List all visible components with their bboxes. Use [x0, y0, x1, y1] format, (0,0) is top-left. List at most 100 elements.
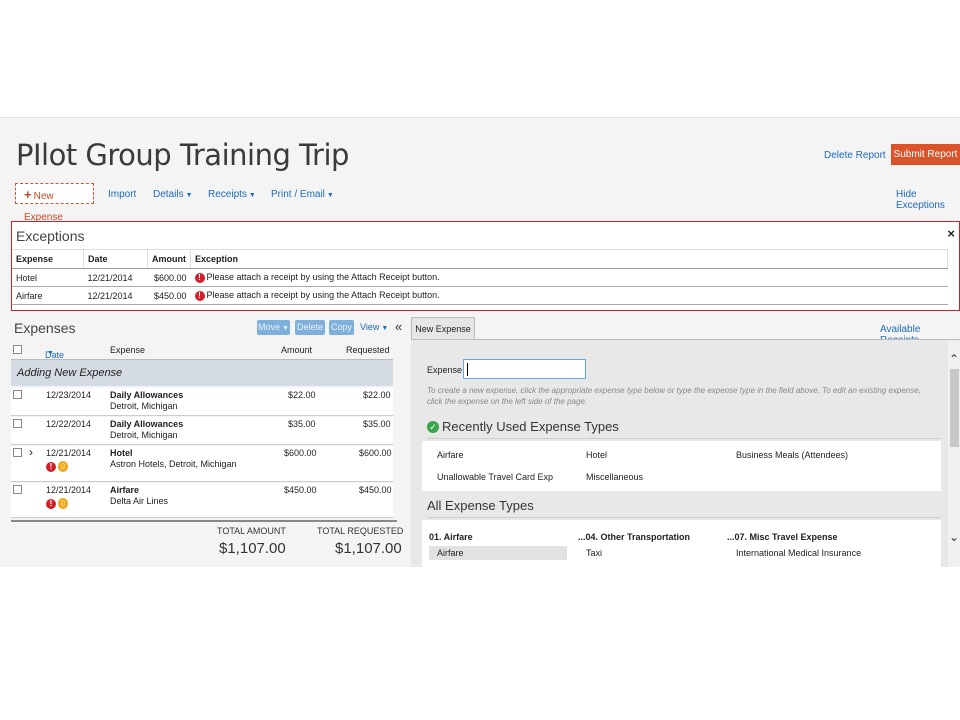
exceptions-title: Exceptions [16, 228, 85, 244]
exc-amount: $450.00 [147, 286, 191, 305]
plus-icon: + [24, 187, 32, 202]
collapse-panel-icon[interactable]: « [395, 319, 402, 334]
table-row[interactable]: 12/23/2014 Daily Allowances Detroit, Mic… [11, 388, 393, 416]
exc-message-cell: ! Please attach a receipt by using the At… [190, 286, 948, 305]
row-checkbox[interactable] [13, 448, 22, 457]
chevron-right-icon[interactable]: › [29, 445, 33, 459]
row-date: 12/21/2014 [46, 485, 92, 495]
receipt-icon[interactable]: ▯ [58, 498, 68, 510]
expenses-title: Expenses [14, 320, 76, 336]
category-header: 01. Airfare [429, 532, 473, 542]
caret-down-icon: ▼ [47, 350, 54, 357]
receipts-menu[interactable]: Receipts ▼ [208, 189, 256, 200]
table-row[interactable]: 12/22/2014 Daily Allowances Detroit, Mic… [11, 417, 393, 445]
row-amount: $22.00 [288, 390, 316, 400]
scroll-up-icon[interactable]: ⌃ [949, 352, 959, 366]
col-expense: Expense [12, 249, 84, 269]
recent-types-heading: ✓ Recently Used Expense Types [427, 418, 941, 439]
hide-exceptions-link[interactable]: Hide Exceptions [896, 189, 960, 211]
row-checkbox[interactable] [13, 419, 22, 428]
all-types-list: 01. Airfare ...04. Other Transportation … [422, 520, 941, 567]
expense-type-item[interactable]: Taxi [586, 548, 602, 558]
table-row[interactable]: 12/21/2014 ! ▯ Airfare Delta Air Lines $4… [11, 483, 393, 518]
error-icon: ! [194, 290, 205, 301]
new-expense-button[interactable]: + New Expense [15, 183, 94, 223]
table-row[interactable]: › 12/21/2014 ! ▯ Hotel Astron Hotels, Det… [11, 445, 393, 482]
row-requested: $35.00 [363, 419, 391, 429]
exc-date: 12/21/2014 [83, 268, 148, 287]
expense-type-item[interactable]: Airfare [437, 450, 464, 460]
row-checkbox[interactable] [13, 485, 22, 494]
expenses-header: Date ▼ Expense Amount Requested [11, 340, 393, 360]
select-all-checkbox[interactable] [13, 345, 22, 354]
expense-type-item[interactable]: Hotel [586, 450, 607, 460]
exc-message-cell: ! Please attach a receipt by using the At… [190, 268, 948, 287]
move-label: Move [258, 322, 281, 332]
expense-type-item[interactable]: Airfare [429, 546, 567, 560]
view-menu[interactable]: View ▼ [360, 322, 388, 332]
exc-date: 12/21/2014 [83, 286, 148, 305]
details-label: Details [153, 189, 184, 200]
scroll-thumb[interactable] [950, 369, 959, 447]
row-expense: Daily Allowances [110, 390, 184, 400]
col-amount: Amount [147, 249, 191, 269]
receipt-icon[interactable]: ▯ [58, 461, 68, 473]
delete-report-link[interactable]: Delete Report [824, 150, 886, 161]
caret-down-icon: ▼ [381, 325, 389, 332]
instructions-text: To create a new expense, click the appro… [427, 386, 921, 406]
scroll-down-icon[interactable]: ⌄ [949, 530, 959, 544]
expense-field-label: Expense [427, 365, 463, 375]
expense-type-item[interactable]: Unallowable Travel Card Exp [437, 472, 553, 482]
details-menu[interactable]: Details ▼ [153, 189, 193, 200]
import-link[interactable]: Import [108, 189, 136, 200]
total-amount-value: $1,107.00 [219, 540, 286, 557]
print-email-menu[interactable]: Print / Email ▼ [271, 189, 334, 200]
exc-message: Please attach a receipt by using the Att… [206, 272, 440, 283]
row-expense: Airfare [110, 485, 140, 495]
col-exception: Exception [190, 249, 948, 269]
row-requested: $600.00 [359, 448, 392, 458]
all-types-title: All Expense Types [427, 498, 534, 513]
row-amount: $600.00 [284, 448, 317, 458]
copy-button[interactable]: Copy [329, 320, 354, 335]
error-icon: ! [46, 498, 56, 509]
submit-report-button[interactable]: Submit Report [891, 144, 960, 165]
expense-type-item[interactable]: International Medical Insurance [736, 548, 861, 558]
row-status-icons: ! ▯ [46, 461, 68, 473]
category-header: ...04. Other Transportation [578, 532, 691, 542]
total-requested-label: TOTAL REQUESTED [317, 526, 404, 536]
row-amount: $450.00 [284, 485, 317, 495]
row-checkbox[interactable] [13, 390, 22, 399]
print-email-label: Print / Email [271, 189, 325, 200]
caret-down-icon: ▼ [326, 192, 334, 199]
tab-new-expense[interactable]: New Expense [411, 317, 475, 339]
all-types-heading: All Expense Types [427, 497, 941, 518]
total-requested-value: $1,107.00 [335, 540, 402, 557]
row-detail: Detroit, Michigan [110, 430, 178, 440]
row-detail: Astron Hotels, Detroit, Michigan [110, 459, 237, 469]
recent-types-list: Airfare Hotel Business Meals (Attendees)… [422, 441, 941, 491]
expense-header: Expense [110, 345, 146, 355]
adding-new-expense-row[interactable]: Adding New Expense [11, 360, 393, 386]
expense-type-input[interactable] [463, 359, 586, 379]
close-icon[interactable]: × [947, 226, 955, 241]
expense-type-item[interactable]: Miscellaneous [586, 472, 643, 482]
expense-type-item[interactable]: Business Meals (Attendees) [736, 450, 848, 460]
row-amount: $35.00 [288, 419, 316, 429]
error-icon: ! [46, 461, 56, 472]
table-row[interactable]: Airfare 12/21/2014 $450.00 ! Please attac… [12, 286, 948, 305]
text-cursor [467, 363, 468, 376]
exceptions-panel: Exceptions × Expense Date Amount Excepti… [11, 221, 960, 311]
move-button[interactable]: Move ▼ [257, 320, 290, 335]
receipts-label: Receipts [208, 189, 247, 200]
table-row[interactable]: Hotel 12/21/2014 $600.00 ! Please attach … [12, 268, 948, 287]
page-title: PIlot Group Training Trip [16, 138, 349, 172]
totals-divider [11, 520, 397, 522]
exc-amount: $600.00 [147, 268, 191, 287]
col-date: Date [83, 249, 148, 269]
amount-header: Amount [281, 345, 313, 355]
requested-header: Requested [346, 345, 390, 355]
delete-button[interactable]: Delete [295, 320, 325, 335]
total-amount-label: TOTAL AMOUNT [217, 526, 286, 536]
row-requested: $22.00 [363, 390, 391, 400]
